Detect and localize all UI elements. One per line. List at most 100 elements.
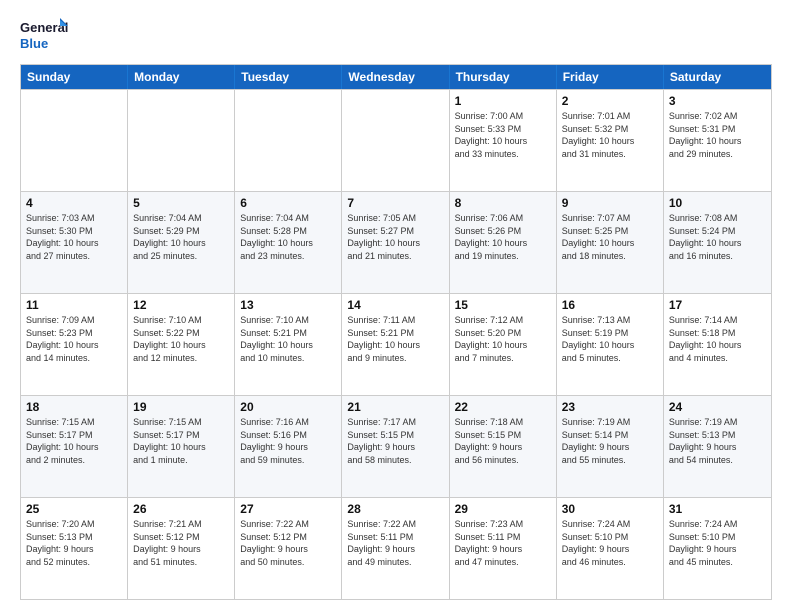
calendar-day-cell: 24 Sunrise: 7:19 AM Sunset: 5:13 PM Dayli… (664, 396, 771, 497)
day-number: 9 (562, 196, 658, 210)
day-number: 28 (347, 502, 443, 516)
day-info: Sunrise: 7:04 AM Sunset: 5:28 PM Dayligh… (240, 212, 336, 262)
day-info: Sunrise: 7:24 AM Sunset: 5:10 PM Dayligh… (562, 518, 658, 568)
calendar-day-cell: 18Sunrise: 7:15 AM Sunset: 5:17 PM Dayli… (21, 396, 128, 497)
calendar-day-cell: 11 Sunrise: 7:09 AM Sunset: 5:23 PM Dayli… (21, 294, 128, 395)
calendar-day-cell: 16 Sunrise: 7:13 AM Sunset: 5:19 PM Dayli… (557, 294, 664, 395)
day-number: 1 (455, 94, 551, 108)
calendar-day-cell: 12 Sunrise: 7:10 AM Sunset: 5:22 PM Dayli… (128, 294, 235, 395)
day-info: Sunrise: 7:01 AM Sunset: 5:32 PM Dayligh… (562, 110, 658, 160)
day-number: 6 (240, 196, 336, 210)
calendar-day-header: Thursday (450, 65, 557, 89)
calendar-day-header: Friday (557, 65, 664, 89)
calendar-day-cell: 23 Sunrise: 7:19 AM Sunset: 5:14 PM Dayli… (557, 396, 664, 497)
calendar-header: SundayMondayTuesdayWednesdayThursdayFrid… (21, 65, 771, 89)
day-info: Sunrise: 7:17 AM Sunset: 5:15 PM Dayligh… (347, 416, 443, 466)
calendar-day-cell: 29 Sunrise: 7:23 AM Sunset: 5:11 PM Dayli… (450, 498, 557, 599)
logo: General Blue (20, 16, 68, 54)
day-number: 2 (562, 94, 658, 108)
day-number: 13 (240, 298, 336, 312)
day-number: 25 (26, 502, 122, 516)
calendar-day-header: Tuesday (235, 65, 342, 89)
day-info: Sunrise: 7:23 AM Sunset: 5:11 PM Dayligh… (455, 518, 551, 568)
day-number: 20 (240, 400, 336, 414)
calendar-day-cell: 3 Sunrise: 7:02 AM Sunset: 5:31 PM Daylig… (664, 90, 771, 191)
day-info: Sunrise: 7:09 AM Sunset: 5:23 PM Dayligh… (26, 314, 122, 364)
day-number: 24 (669, 400, 766, 414)
calendar-day-cell: 5Sunrise: 7:04 AM Sunset: 5:29 PM Daylig… (128, 192, 235, 293)
day-number: 22 (455, 400, 551, 414)
calendar-day-cell: 4Sunrise: 7:03 AM Sunset: 5:30 PM Daylig… (21, 192, 128, 293)
calendar-day-cell: 31Sunrise: 7:24 AM Sunset: 5:10 PM Dayli… (664, 498, 771, 599)
calendar-day-cell: 9 Sunrise: 7:07 AM Sunset: 5:25 PM Daylig… (557, 192, 664, 293)
calendar-day-cell: 19 Sunrise: 7:15 AM Sunset: 5:17 PM Dayli… (128, 396, 235, 497)
day-info: Sunrise: 7:02 AM Sunset: 5:31 PM Dayligh… (669, 110, 766, 160)
day-info: Sunrise: 7:04 AM Sunset: 5:29 PM Dayligh… (133, 212, 229, 262)
day-info: Sunrise: 7:19 AM Sunset: 5:13 PM Dayligh… (669, 416, 766, 466)
page: General Blue SundayMondayTuesdayWednesda… (0, 0, 792, 612)
day-info: Sunrise: 7:20 AM Sunset: 5:13 PM Dayligh… (26, 518, 122, 568)
day-number: 7 (347, 196, 443, 210)
day-info: Sunrise: 7:21 AM Sunset: 5:12 PM Dayligh… (133, 518, 229, 568)
calendar-day-header: Wednesday (342, 65, 449, 89)
calendar-day-header: Sunday (21, 65, 128, 89)
day-number: 16 (562, 298, 658, 312)
day-info: Sunrise: 7:15 AM Sunset: 5:17 PM Dayligh… (26, 416, 122, 466)
calendar-body: 1 Sunrise: 7:00 AM Sunset: 5:33 PM Daylig… (21, 89, 771, 599)
day-info: Sunrise: 7:13 AM Sunset: 5:19 PM Dayligh… (562, 314, 658, 364)
calendar-empty-cell (342, 90, 449, 191)
calendar-day-cell: 13 Sunrise: 7:10 AM Sunset: 5:21 PM Dayli… (235, 294, 342, 395)
calendar-day-header: Saturday (664, 65, 771, 89)
calendar-day-cell: 25 Sunrise: 7:20 AM Sunset: 5:13 PM Dayli… (21, 498, 128, 599)
day-number: 27 (240, 502, 336, 516)
day-number: 26 (133, 502, 229, 516)
calendar-day-cell: 7Sunrise: 7:05 AM Sunset: 5:27 PM Daylig… (342, 192, 449, 293)
calendar-day-cell: 17Sunrise: 7:14 AM Sunset: 5:18 PM Dayli… (664, 294, 771, 395)
day-number: 11 (26, 298, 122, 312)
day-number: 4 (26, 196, 122, 210)
calendar: SundayMondayTuesdayWednesdayThursdayFrid… (20, 64, 772, 600)
calendar-day-cell: 6 Sunrise: 7:04 AM Sunset: 5:28 PM Daylig… (235, 192, 342, 293)
calendar-day-cell: 27 Sunrise: 7:22 AM Sunset: 5:12 PM Dayli… (235, 498, 342, 599)
day-number: 8 (455, 196, 551, 210)
day-info: Sunrise: 7:22 AM Sunset: 5:12 PM Dayligh… (240, 518, 336, 568)
calendar-week: 18Sunrise: 7:15 AM Sunset: 5:17 PM Dayli… (21, 395, 771, 497)
day-info: Sunrise: 7:07 AM Sunset: 5:25 PM Dayligh… (562, 212, 658, 262)
calendar-week: 1 Sunrise: 7:00 AM Sunset: 5:33 PM Daylig… (21, 89, 771, 191)
calendar-day-cell: 30 Sunrise: 7:24 AM Sunset: 5:10 PM Dayli… (557, 498, 664, 599)
calendar-day-cell: 21 Sunrise: 7:17 AM Sunset: 5:15 PM Dayli… (342, 396, 449, 497)
calendar-day-cell: 15 Sunrise: 7:12 AM Sunset: 5:20 PM Dayli… (450, 294, 557, 395)
calendar-day-cell: 20Sunrise: 7:16 AM Sunset: 5:16 PM Dayli… (235, 396, 342, 497)
calendar-day-cell: 22Sunrise: 7:18 AM Sunset: 5:15 PM Dayli… (450, 396, 557, 497)
day-info: Sunrise: 7:00 AM Sunset: 5:33 PM Dayligh… (455, 110, 551, 160)
day-number: 10 (669, 196, 766, 210)
day-number: 23 (562, 400, 658, 414)
calendar-day-cell: 8Sunrise: 7:06 AM Sunset: 5:26 PM Daylig… (450, 192, 557, 293)
day-info: Sunrise: 7:12 AM Sunset: 5:20 PM Dayligh… (455, 314, 551, 364)
day-number: 14 (347, 298, 443, 312)
calendar-day-cell: 2 Sunrise: 7:01 AM Sunset: 5:32 PM Daylig… (557, 90, 664, 191)
day-info: Sunrise: 7:19 AM Sunset: 5:14 PM Dayligh… (562, 416, 658, 466)
calendar-week: 11 Sunrise: 7:09 AM Sunset: 5:23 PM Dayli… (21, 293, 771, 395)
calendar-day-cell: 26 Sunrise: 7:21 AM Sunset: 5:12 PM Dayli… (128, 498, 235, 599)
calendar-week: 25 Sunrise: 7:20 AM Sunset: 5:13 PM Dayli… (21, 497, 771, 599)
day-number: 30 (562, 502, 658, 516)
day-number: 29 (455, 502, 551, 516)
day-number: 15 (455, 298, 551, 312)
day-number: 12 (133, 298, 229, 312)
day-info: Sunrise: 7:10 AM Sunset: 5:21 PM Dayligh… (240, 314, 336, 364)
day-number: 31 (669, 502, 766, 516)
day-number: 19 (133, 400, 229, 414)
calendar-empty-cell (128, 90, 235, 191)
svg-text:Blue: Blue (20, 36, 48, 51)
day-number: 21 (347, 400, 443, 414)
calendar-day-cell: 1 Sunrise: 7:00 AM Sunset: 5:33 PM Daylig… (450, 90, 557, 191)
calendar-day-cell: 10 Sunrise: 7:08 AM Sunset: 5:24 PM Dayli… (664, 192, 771, 293)
day-number: 3 (669, 94, 766, 108)
calendar-empty-cell (21, 90, 128, 191)
day-info: Sunrise: 7:15 AM Sunset: 5:17 PM Dayligh… (133, 416, 229, 466)
day-info: Sunrise: 7:08 AM Sunset: 5:24 PM Dayligh… (669, 212, 766, 262)
day-info: Sunrise: 7:10 AM Sunset: 5:22 PM Dayligh… (133, 314, 229, 364)
header: General Blue (20, 16, 772, 54)
day-info: Sunrise: 7:22 AM Sunset: 5:11 PM Dayligh… (347, 518, 443, 568)
